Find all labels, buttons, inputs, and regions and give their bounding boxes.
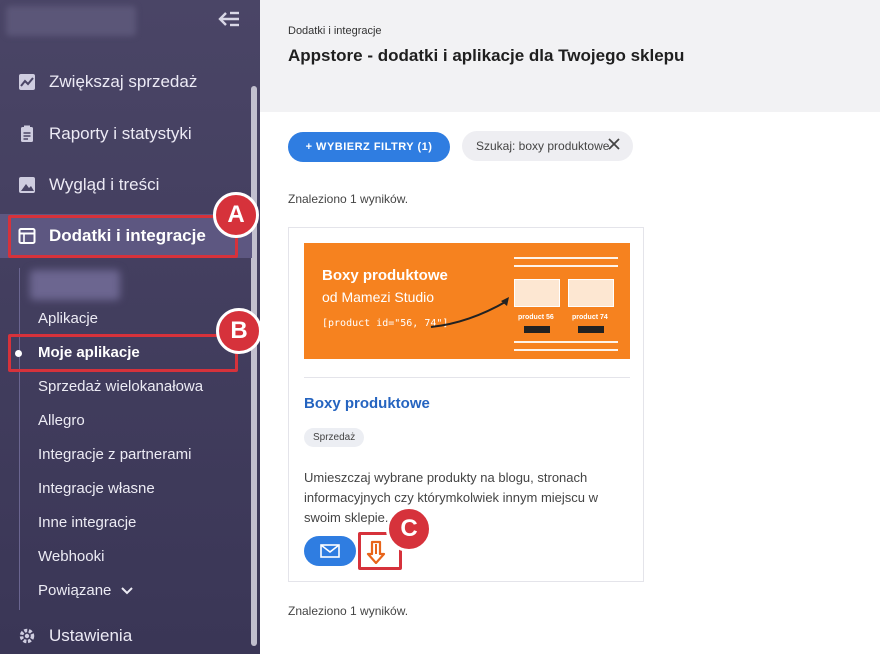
results-count-bottom: Znaleziono 1 wyników. xyxy=(288,604,409,618)
sidebar-item-sales[interactable]: Zwiększaj sprzedaż xyxy=(18,64,197,100)
submenu-item-other-integrations[interactable]: Inne integracje xyxy=(38,514,136,531)
submenu-guide-line xyxy=(19,268,20,610)
sidebar-item-label: Wygląd i treści xyxy=(49,175,160,194)
app-banner[interactable]: Boxy produktowe od Mamezi Studio [produc… xyxy=(304,243,630,359)
arrow-icon xyxy=(430,297,509,328)
search-chip-label: Szukaj: boxy produktowe xyxy=(476,139,610,153)
product-image-placeholder xyxy=(514,279,560,307)
choose-filters-button[interactable]: + WYBIERZ FILTRY (1) xyxy=(288,132,450,162)
submenu-item-apps[interactable]: Aplikacje xyxy=(38,310,98,327)
banner-subtitle: od Mamezi Studio xyxy=(322,289,435,305)
image-icon xyxy=(18,176,36,194)
collapse-left-icon[interactable] xyxy=(216,10,242,30)
annotation-box-b xyxy=(8,334,238,372)
sidebar-item-appearance[interactable]: Wygląd i treści xyxy=(18,167,159,203)
sidebar-item-label: Raporty i statystyki xyxy=(49,124,192,143)
breadcrumb[interactable]: Dodatki i integracje xyxy=(288,25,382,37)
sidebar-item-label: Zwiększaj sprzedaż xyxy=(49,72,198,91)
annotation-badge-c: C xyxy=(386,506,432,552)
mail-icon xyxy=(320,544,340,558)
card-divider xyxy=(304,377,630,378)
product-button-mock xyxy=(578,326,604,333)
contact-button[interactable] xyxy=(304,536,356,566)
product-label: product 56 xyxy=(518,314,554,321)
app-description: Umieszczaj wybrane produkty na blogu, st… xyxy=(304,470,599,525)
clipboard-icon xyxy=(18,125,36,143)
submenu-item-own-integrations[interactable]: Integracje własne xyxy=(38,480,155,497)
category-tag: Sprzedaż xyxy=(304,428,365,447)
submenu-item-label: Powiązane xyxy=(38,582,112,599)
product-image-placeholder xyxy=(568,279,614,307)
submenu-item-partner-integrations[interactable]: Integracje z partnerami xyxy=(38,446,191,463)
annotation-badge-b: B xyxy=(216,308,262,354)
submenu-item-webhooks[interactable]: Webhooki xyxy=(38,548,104,565)
results-count-top: Znaleziono 1 wyników. xyxy=(288,192,409,206)
sidebar-item-reports[interactable]: Raporty i statystyki xyxy=(18,116,192,152)
chevron-down-icon xyxy=(121,586,134,595)
app-title-link[interactable]: Boxy produktowe xyxy=(304,395,430,412)
banner-title: Boxy produktowe xyxy=(322,267,448,284)
annotation-box-a xyxy=(8,215,238,258)
product-label: product 74 xyxy=(572,314,608,321)
sidebar-scrollbar[interactable] xyxy=(251,86,257,646)
store-logo-blurred xyxy=(6,6,136,36)
close-icon[interactable] xyxy=(607,137,621,156)
page-title: Appstore - dodatki i aplikacje dla Twoje… xyxy=(288,46,685,65)
app-card: Boxy produktowe od Mamezi Studio [produc… xyxy=(288,227,644,582)
search-filter-chip: Szukaj: boxy produktowe xyxy=(462,131,633,161)
gear-icon xyxy=(18,627,36,645)
sidebar-item-settings[interactable]: Ustawienia xyxy=(18,618,132,654)
submenu-item-related[interactable]: Powiązane xyxy=(38,582,134,599)
submenu-item-allegro[interactable]: Allegro xyxy=(38,412,85,429)
page-header: Dodatki i integracje Appstore - dodatki … xyxy=(260,0,880,112)
submenu-item-multichannel[interactable]: Sprzedaż wielokanałowa xyxy=(38,378,203,395)
annotation-badge-a: A xyxy=(213,192,259,238)
sidebar-item-label: Ustawienia xyxy=(49,626,133,645)
submenu-blurred-item xyxy=(30,270,120,300)
chart-icon xyxy=(18,73,36,91)
product-button-mock xyxy=(524,326,550,333)
